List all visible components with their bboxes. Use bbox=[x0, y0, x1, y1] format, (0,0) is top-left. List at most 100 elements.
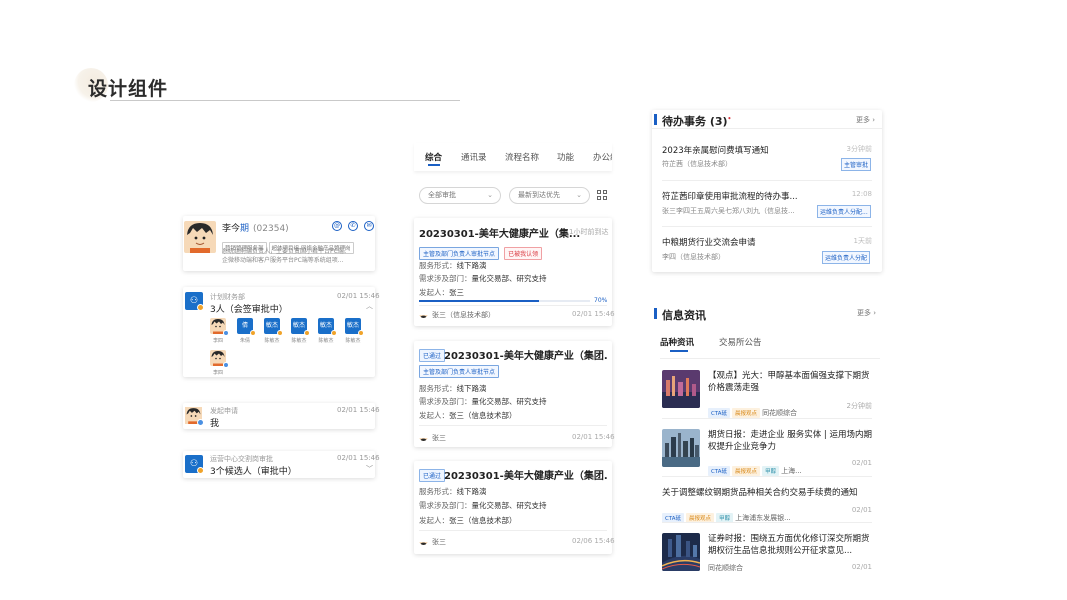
news-item-title[interactable]: 关于调整螺纹钢期货品种相关合约交易手续费的通知 bbox=[662, 487, 877, 499]
pending-dot bbox=[197, 467, 204, 474]
news-time: 02/01 bbox=[851, 563, 872, 571]
tab-varieties[interactable]: 品种资讯 bbox=[660, 336, 694, 348]
phone-icon[interactable]: ✆ bbox=[348, 221, 358, 231]
news-source: 上海... bbox=[781, 467, 802, 475]
news-time: 02/01 bbox=[851, 506, 872, 514]
approval-title: 20230301-美年大健康产业（集团... bbox=[444, 351, 608, 362]
avatar bbox=[419, 309, 428, 318]
news-more-link[interactable]: 更多 › bbox=[857, 308, 876, 318]
member-name: 李四 bbox=[212, 370, 223, 376]
field-row: 发起人：张三（信息技术部） bbox=[419, 516, 517, 525]
pending-dot bbox=[358, 330, 364, 336]
section-marker bbox=[654, 308, 657, 319]
news-tag: CTA砥 bbox=[708, 466, 731, 476]
news-item-title[interactable]: 【观点】光大：甲醇基本面偏强支撑下期货价格震荡走强 bbox=[708, 370, 874, 394]
news-tag: 晨报观点 bbox=[732, 466, 761, 476]
step-date: 02/01 15:46 bbox=[337, 406, 380, 414]
news-item-title[interactable]: 期货日报：走进企业 服务实体 | 运用场内期权提升企业竞争力 bbox=[708, 429, 874, 453]
divider bbox=[419, 530, 607, 531]
news-item-title[interactable]: 证券时报：围绕五方面优化修订深交所期货期权衍生品信息批规则公开征求意见... bbox=[708, 533, 874, 557]
field-row: 需求涉及部门：量化交易部、研究支持 bbox=[419, 397, 547, 406]
todo-item-title[interactable]: 2023年亲属慰问费填写通知 bbox=[662, 144, 769, 156]
todo-tag: 运维负责人分配 bbox=[822, 251, 871, 264]
person-description: 系统组前端负责人，主要负责国小君平台PC端、 企微移动端和客户服务平台PC端等系… bbox=[222, 248, 350, 264]
status-badge: 已通过 bbox=[419, 349, 446, 362]
member-name: 朱倩 bbox=[239, 338, 250, 344]
tab-office[interactable]: 办公组 bbox=[593, 151, 612, 163]
avatar bbox=[419, 432, 428, 441]
check-icon bbox=[223, 362, 229, 368]
claimed-badge: 已被我认领 bbox=[504, 247, 543, 260]
todo-item-title[interactable]: 中粮期货行业交流会申请 bbox=[662, 236, 756, 248]
news-source: 上海浦东发展银... bbox=[735, 514, 791, 522]
grid-view-icon[interactable] bbox=[597, 190, 607, 200]
step-dept: 发起申请 bbox=[210, 407, 238, 415]
chevron-right-icon: › bbox=[872, 116, 876, 124]
card-date: 02/01 15:46 bbox=[572, 310, 615, 318]
todo-more-link[interactable]: 更多 › bbox=[856, 115, 875, 125]
tab-exchange-notice[interactable]: 交易所公告 bbox=[719, 336, 762, 348]
step-date: 02/01 15:46 bbox=[337, 292, 380, 300]
news-source: 同花顺综合 bbox=[762, 409, 798, 417]
approval-title: 20230301-美年大健康产业（集... bbox=[419, 229, 581, 240]
pending-dot bbox=[250, 330, 256, 336]
arrival-time: 1小时前到达 bbox=[569, 228, 609, 236]
step-summary: 3个候选人（审批中） bbox=[210, 467, 297, 477]
approval-type-select[interactable]: 全部审批 ⌄ bbox=[419, 187, 501, 204]
news-title: 信息资讯 bbox=[662, 309, 706, 322]
section-marker bbox=[654, 114, 657, 125]
todo-item-sub: 李四（信息技术部） bbox=[662, 253, 725, 261]
tab-underline bbox=[428, 164, 440, 166]
todo-item-sub: 符芷茜（信息技术部） bbox=[662, 160, 732, 168]
chevron-right-icon: › bbox=[873, 309, 877, 317]
news-thumbnail[interactable] bbox=[662, 533, 700, 571]
news-tag: 甲醇 bbox=[762, 466, 780, 476]
todo-item-sub: 张三李四王五周六吴七郑八刘九（信息技... bbox=[662, 207, 795, 215]
page-title: 设计组件 bbox=[88, 78, 169, 100]
field-row: 服务形式：线下路演 bbox=[419, 487, 487, 496]
divider bbox=[660, 358, 880, 359]
approval-title: 20230301-美年大健康产业（集团... bbox=[444, 471, 608, 482]
tab-function[interactable]: 功能 bbox=[557, 151, 574, 163]
initiator: 张三（信息技术部） bbox=[432, 311, 495, 319]
field-row: 服务形式：线下路演 bbox=[419, 384, 487, 393]
mail-icon[interactable]: ✉ bbox=[364, 221, 374, 231]
step-date: 02/01 15:46 bbox=[337, 454, 380, 462]
tab-all[interactable]: 综合 bbox=[425, 151, 442, 163]
todo-item-title[interactable]: 符芷茜印章使用审批流程的待办事... bbox=[662, 190, 798, 202]
news-source: 同花顺综合 bbox=[708, 564, 743, 572]
news-thumbnail[interactable] bbox=[662, 429, 700, 467]
title-divider bbox=[110, 100, 460, 101]
news-tags: CTA砥 晨报观点 甲醇 上海... bbox=[708, 458, 802, 477]
news-tag: CTA砥 bbox=[708, 408, 731, 418]
todo-time: 12:08 bbox=[851, 190, 872, 198]
pending-dot bbox=[277, 330, 283, 336]
news-time: 02/01 bbox=[851, 459, 872, 467]
tab-contacts[interactable]: 通讯录 bbox=[461, 151, 487, 163]
chevron-down-icon: ⌄ bbox=[576, 191, 582, 199]
step-dept: 运营中心交割岗审批 bbox=[210, 455, 273, 463]
news-tags: CTA砥 晨报观点 同花顺综合 bbox=[708, 400, 797, 419]
chevron-down-icon: ⌄ bbox=[487, 191, 493, 199]
pending-dot bbox=[304, 330, 310, 336]
tab-flow-name[interactable]: 流程名称 bbox=[505, 151, 539, 163]
field-row: 需求涉及部门：量化交易部、研究支持 bbox=[419, 501, 547, 510]
node-badge: 主管及部门负责人审批节点 bbox=[419, 365, 500, 378]
member-name: 陈敏杰 bbox=[345, 338, 361, 344]
todo-tag: 主管审批 bbox=[841, 158, 872, 171]
collapse-icon[interactable]: ︿ bbox=[366, 301, 373, 311]
person-name: 李今期 (02354) bbox=[222, 224, 289, 234]
avatar bbox=[419, 536, 428, 545]
field-row: 发起人：张三 bbox=[419, 288, 464, 297]
pending-dot bbox=[331, 330, 337, 336]
progress-fill bbox=[419, 300, 539, 302]
news-thumbnail[interactable] bbox=[662, 370, 700, 408]
initiator: 张三 bbox=[432, 538, 446, 546]
mention-icon[interactable]: @ bbox=[332, 221, 342, 231]
pending-dot bbox=[197, 304, 204, 311]
field-row: 需求涉及部门：量化交易部、研究支持 bbox=[419, 274, 547, 283]
sort-select[interactable]: 最新到达优先 ⌄ bbox=[509, 187, 590, 204]
step-summary: 3人（会签审批中） bbox=[210, 305, 288, 315]
expand-icon[interactable]: ﹀ bbox=[366, 464, 373, 474]
todo-tag: 运维负责人分配... bbox=[817, 205, 871, 218]
